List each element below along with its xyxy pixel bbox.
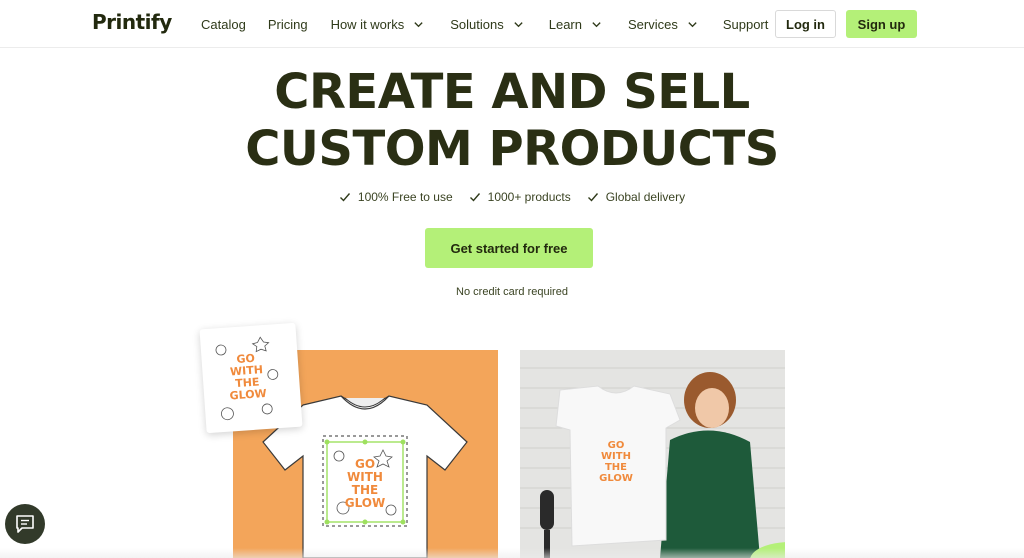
sticker-design-text: GLOW [229, 387, 267, 403]
nav-pricing-label: Pricing [267, 16, 308, 32]
feature-label: 100% Free to use [357, 190, 453, 204]
nav-learn-label: Learn [548, 16, 582, 32]
photo-illustration: GO WITH THE GLOW [520, 350, 785, 558]
nav-solutions-label: Solutions [450, 16, 504, 32]
photo-design-text: GLOW [599, 473, 633, 484]
design-text: GLOW [345, 496, 386, 510]
chevron-down-icon [592, 21, 601, 27]
get-started-button[interactable]: Get started for free [425, 228, 593, 268]
design-text: WITH [347, 470, 383, 484]
photo-design-text: WITH [601, 451, 631, 462]
design-preview: GO WITH THE GLOW [215, 336, 279, 421]
chevron-down-icon [514, 21, 523, 27]
no-credit-card-note: No credit card required [456, 286, 568, 298]
chevron-down-icon [688, 21, 697, 27]
check-icon [469, 193, 480, 202]
nav-services[interactable]: Services [628, 17, 698, 32]
nav-services-label: Services [627, 16, 678, 32]
feature-item: 1000+ products [469, 190, 571, 204]
printify-logo[interactable]: Printify [92, 10, 172, 34]
main-nav: Catalog Pricing How it works Solutions L… [201, 0, 788, 48]
chat-button[interactable] [5, 504, 45, 544]
feature-label: Global delivery [605, 190, 686, 204]
nav-catalog-label: Catalog [201, 16, 246, 32]
photo-design-text: GO [608, 440, 625, 451]
feature-item: Global delivery [587, 190, 685, 204]
check-icon [587, 193, 598, 202]
nav-how-it-works-label: How it works [330, 16, 405, 32]
nav-learn[interactable]: Learn [549, 17, 602, 32]
feature-item: 100% Free to use [339, 190, 453, 204]
check-icon [339, 193, 350, 202]
hero-headline-line-1: CREATE AND SELL [274, 64, 750, 120]
design-text: GO [355, 457, 375, 471]
design-sticker-card: GO WITH THE GLOW [199, 322, 303, 434]
nav-support-label: Support [722, 16, 769, 32]
chat-icon [16, 515, 34, 533]
feature-list: 100% Free to use 1000+ products Global d… [0, 190, 1024, 204]
photo-design-text: THE [605, 462, 627, 473]
login-button[interactable]: Log in [775, 10, 836, 38]
nav-catalog[interactable]: Catalog [201, 17, 246, 32]
scroll-fade [0, 548, 1024, 558]
creator-photo: GO WITH THE GLOW [520, 350, 785, 558]
site-header: Printify Catalog Pricing How it works So… [0, 0, 1024, 48]
feature-label: 1000+ products [487, 190, 571, 204]
chevron-down-icon [414, 21, 423, 27]
hero-headline: CREATE AND SELL CUSTOM PRODUCTS [0, 64, 1024, 178]
nav-pricing[interactable]: Pricing [268, 17, 308, 32]
design-text: THE [352, 483, 378, 497]
signup-button[interactable]: Sign up [846, 10, 917, 38]
nav-solutions[interactable]: Solutions [450, 17, 523, 32]
nav-how-it-works[interactable]: How it works [331, 17, 425, 32]
hero-headline-line-2: CUSTOM PRODUCTS [245, 121, 779, 177]
